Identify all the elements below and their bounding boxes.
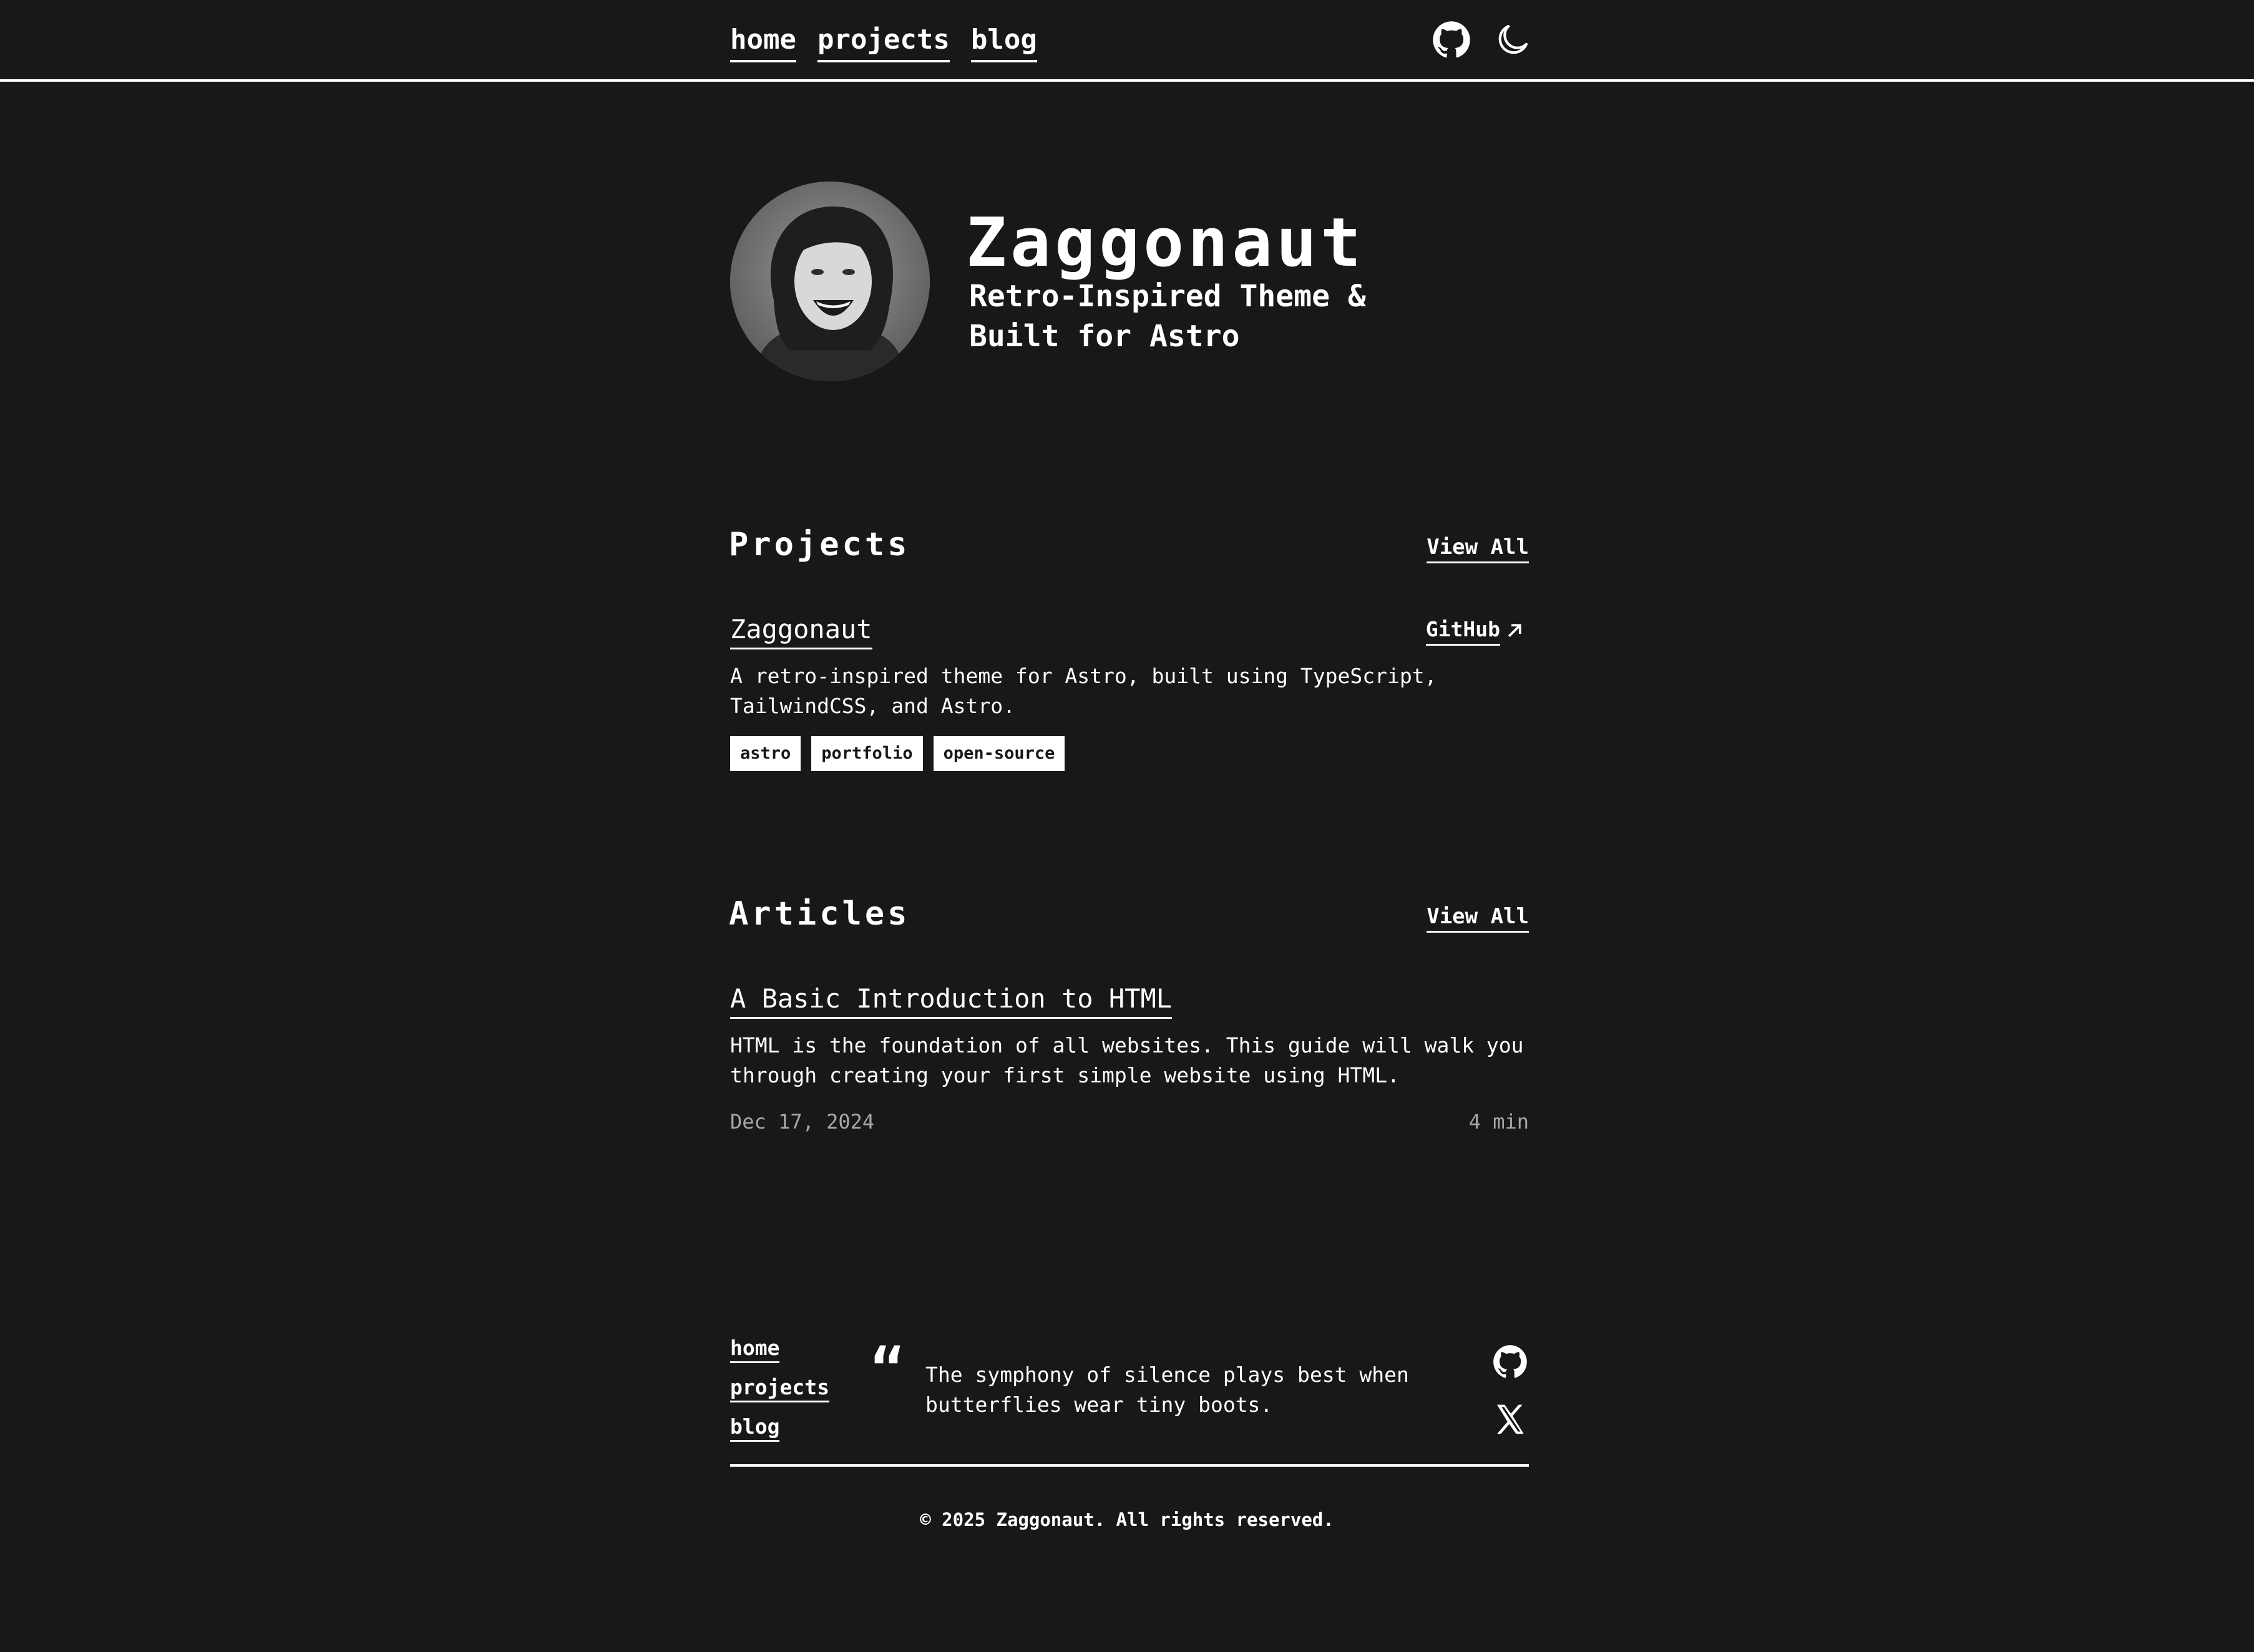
x-icon[interactable] (1493, 1402, 1528, 1437)
hero-subtitle-line2: Built for Astro (969, 319, 1240, 354)
nav-home[interactable]: home (730, 20, 796, 62)
articles-heading: Articles (729, 895, 910, 933)
hero-title: Zaggonaut (966, 204, 1365, 282)
footer-nav: home projects blog (730, 1335, 829, 1442)
footer-nav-projects[interactable]: projects (730, 1374, 829, 1402)
article-date: Dec 17, 2024 (730, 1110, 875, 1134)
copyright: © 2025 Zaggonaut. All rights reserved. (920, 1509, 1334, 1530)
moon-icon[interactable] (1493, 21, 1532, 59)
project-description: A retro-inspired theme for Astro, built … (730, 664, 1437, 718)
page: home projects blog Zaggonaut Retro-Inspi… (0, 0, 2254, 1652)
project-github-link[interactable]: GitHub (1425, 615, 1500, 646)
projects-view-all-link[interactable]: View All (1427, 533, 1529, 563)
article-title-link[interactable]: A Basic Introduction to HTML (730, 981, 1173, 1019)
top-nav: home projects blog (730, 20, 1037, 62)
nav-projects[interactable]: projects (817, 20, 950, 62)
hero-subtitle-line1: Retro-Inspired Theme & (969, 279, 1366, 314)
projects-heading: Projects (729, 526, 910, 563)
avatar-portrait (730, 182, 930, 381)
arrow-up-right-icon (1508, 623, 1521, 637)
github-icon[interactable] (1493, 1344, 1528, 1379)
footer-social-icons (1493, 1344, 1528, 1437)
tag-astro[interactable]: astro (730, 736, 801, 771)
article-read-time: 4 min (1468, 1110, 1529, 1134)
header-divider (0, 79, 2254, 82)
nav-blog[interactable]: blog (970, 20, 1037, 62)
hero-subtitle: Retro-Inspired Theme & Built for Astro (969, 276, 1406, 356)
header-icons (1432, 21, 1532, 59)
project-tags: astro portfolio open-source (730, 736, 1065, 771)
quote-icon: “ (871, 1336, 905, 1402)
github-icon[interactable] (1432, 21, 1471, 59)
project-title-link[interactable]: Zaggonaut (730, 611, 872, 649)
article-description: HTML is the foundation of all websites. … (730, 1033, 1524, 1087)
footer-divider (730, 1464, 1529, 1467)
articles-view-all-link[interactable]: View All (1427, 902, 1529, 933)
tag-portfolio[interactable]: portfolio (811, 736, 923, 771)
footer-nav-blog[interactable]: blog (730, 1414, 780, 1442)
footer-nav-home[interactable]: home (730, 1335, 780, 1363)
footer-quote: The symphony of silence plays best when … (925, 1363, 1409, 1417)
tag-open-source[interactable]: open-source (933, 736, 1065, 771)
avatar (730, 182, 930, 381)
project-github-link-wrap: GitHub (1425, 615, 1524, 646)
